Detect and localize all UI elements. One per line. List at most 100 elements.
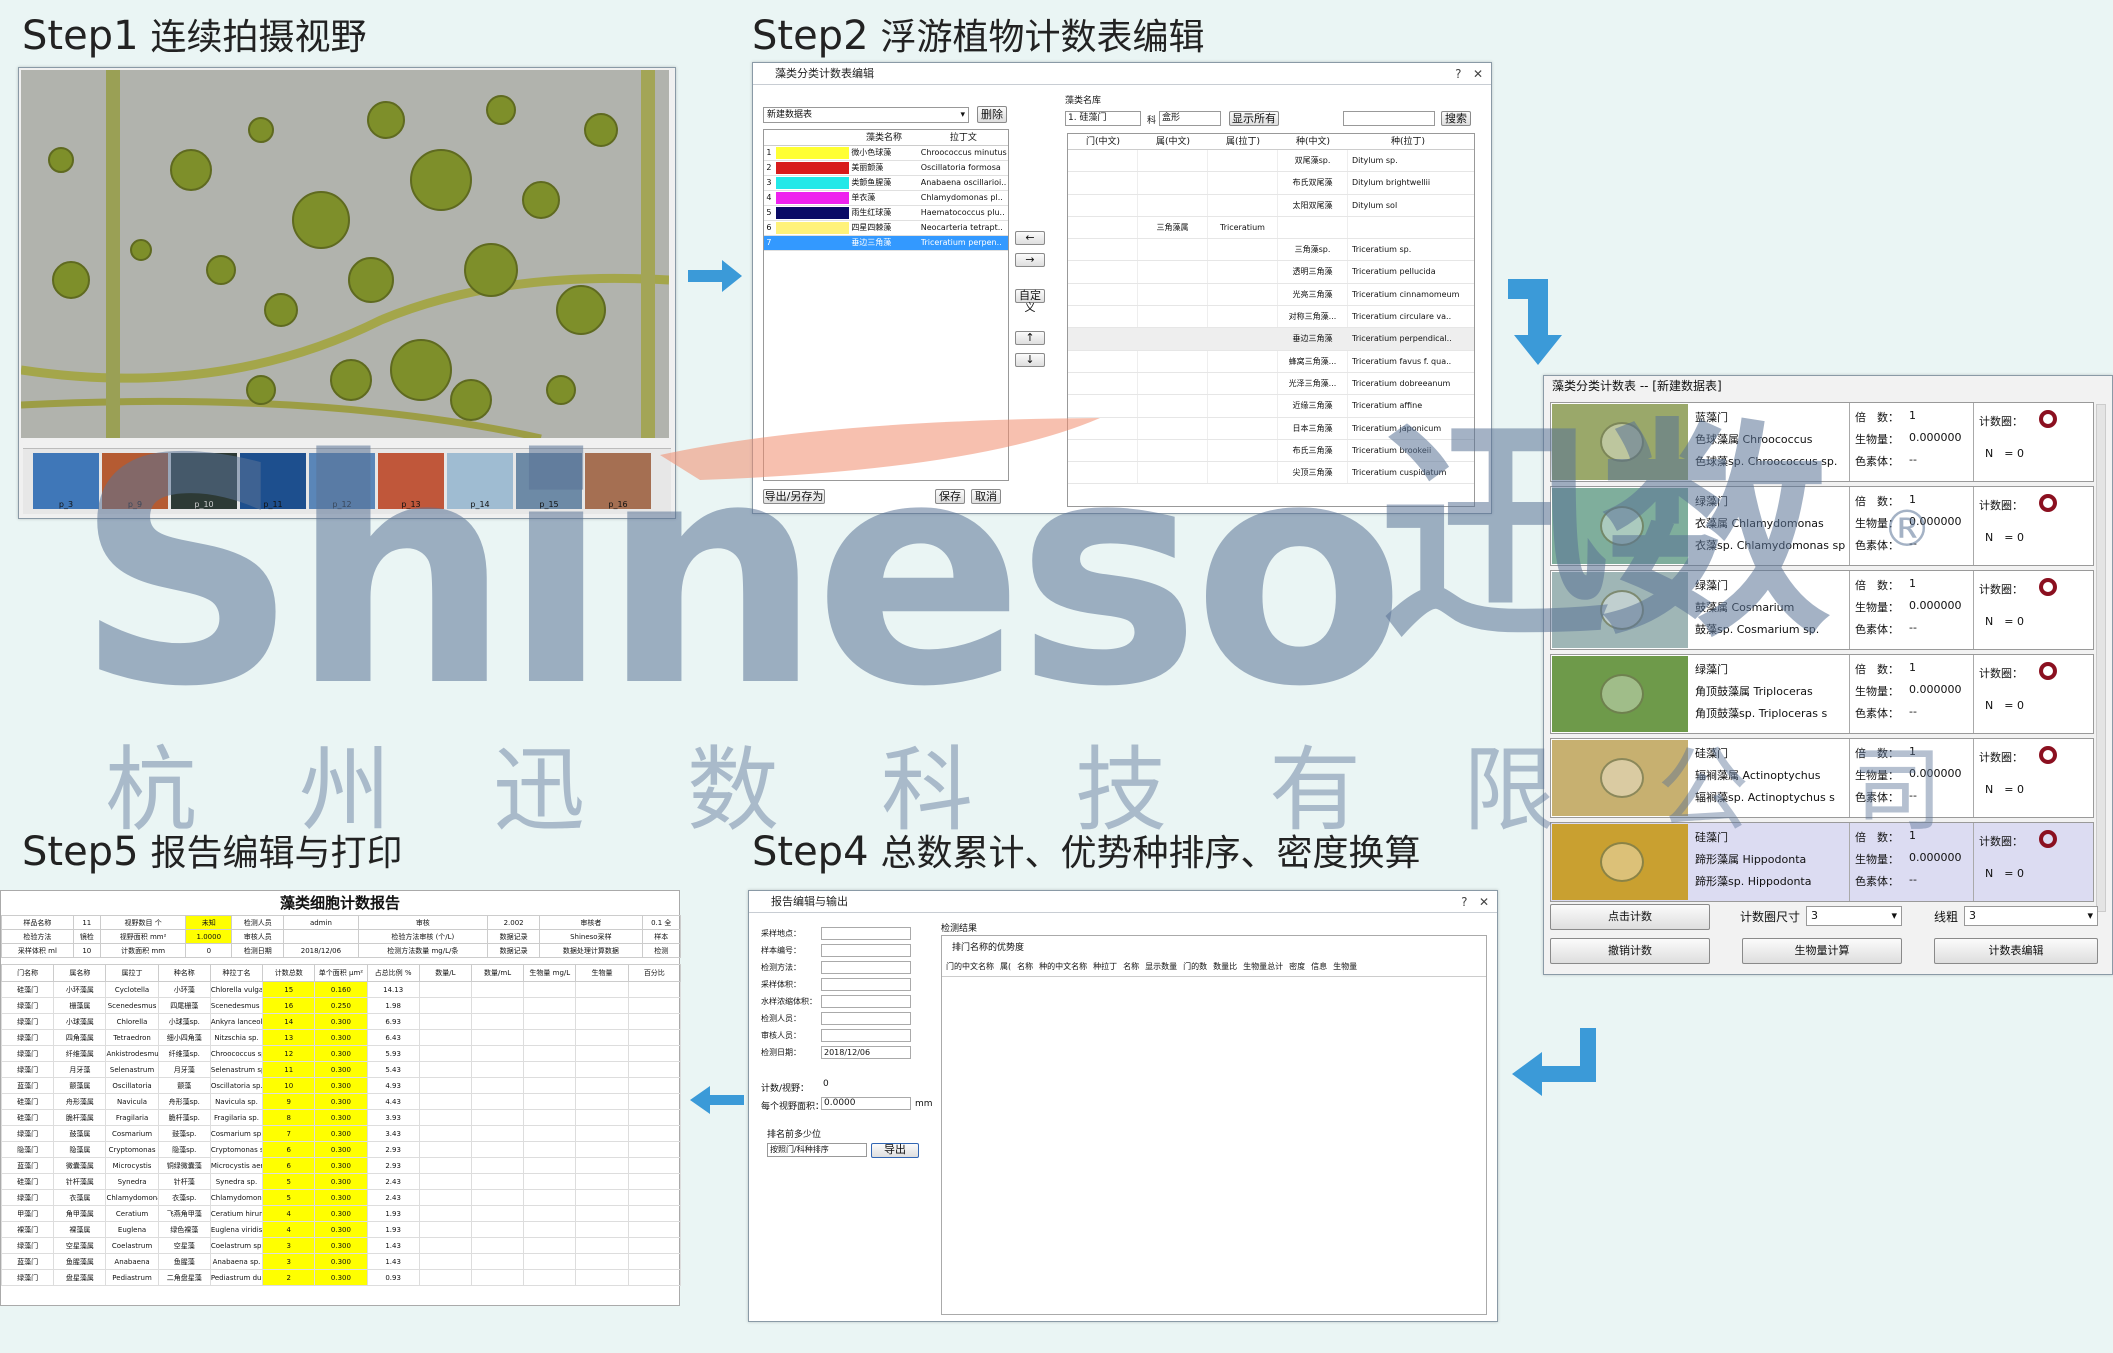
undo-count-button[interactable]: 撤销计数 — [1550, 938, 1710, 964]
count-circle-icon[interactable] — [2039, 578, 2057, 596]
library-row[interactable]: 三角藻sp. Triceratium sp. — [1068, 239, 1474, 262]
table-cell — [418, 1061, 472, 1078]
species-row[interactable]: 5 雨生红球藻 Haematococcus plu.. — [764, 206, 1008, 221]
species-row[interactable]: 1 微小色球藻 Chroococcus minutus — [764, 146, 1008, 161]
scrollbar[interactable] — [2096, 404, 2106, 912]
thumbnail[interactable]: p_14 — [447, 453, 513, 509]
step1-text: 连续拍摄视野 — [150, 17, 367, 58]
report-field-input[interactable] — [821, 944, 911, 957]
count-item-card[interactable]: 绿藻门 衣藻属 Chlamydomonas 衣藻sp. Chlamydomonas … — [1550, 486, 2094, 566]
export-saveas-button[interactable]: 导出/另存为 — [763, 489, 825, 504]
close-icon[interactable]: ? ✕ — [1455, 63, 1483, 85]
thumbnail[interactable]: p_3 — [33, 453, 99, 509]
library-row[interactable]: 尖顶三角藻 Triceratium cuspidatum — [1068, 462, 1474, 485]
library-row[interactable]: 布氏三角藻 Triceratium brookeii — [1068, 439, 1474, 463]
table-cell — [627, 981, 682, 998]
report-field-input[interactable] — [821, 961, 911, 974]
table-cell — [575, 1205, 629, 1222]
library-row[interactable]: 日本三角藻 Triceratium japonicum — [1068, 417, 1474, 440]
table-row: 绿藻门 月牙藻 Selenastrum 月牙藻 Selenastrum sp. 11 0.3… — [0, 1061, 682, 1078]
library-row[interactable]: 光泽三角藻... Triceratium dobreeanum — [1068, 372, 1474, 396]
count-circle-icon[interactable] — [2039, 830, 2057, 848]
search-input[interactable] — [1343, 111, 1435, 126]
count-table-edit-button[interactable]: 计数表编辑 — [1934, 938, 2098, 964]
biomass-calc-button[interactable]: 生物量计算 — [1742, 938, 1902, 964]
chromatophore-label: 色素体： — [1855, 791, 1899, 804]
line-width-dropdown[interactable]: 3 ▾ — [1964, 906, 2098, 926]
thumbnail[interactable]: p_15 — [516, 453, 582, 509]
family-filter-dropdown[interactable]: 盒形 — [1159, 111, 1221, 126]
count-item-card[interactable]: 蓝藻门 色球藻属 Chroococcus 色球藻sp. Chroococcus sp… — [1550, 402, 2094, 482]
input-value: 0 — [823, 1079, 829, 1089]
count-circle-icon[interactable] — [2039, 746, 2057, 764]
custom-button[interactable]: 自定义 — [1015, 289, 1045, 314]
microscope-view[interactable] — [21, 70, 669, 438]
report-field-input[interactable] — [821, 995, 911, 1008]
info-cell: 检验方法审核 (个/L) — [357, 929, 489, 944]
count-circle-label: 计数圈： — [1979, 751, 2023, 764]
report-field-input[interactable] — [821, 978, 911, 991]
thumbnail-strip[interactable]: p_3 p_9 p_10 p_11 p_12 p_13 p_14 p_15 p_… — [23, 448, 671, 514]
library-row[interactable]: 太阳双尾藻 Ditylum sol — [1068, 194, 1474, 217]
count-item-card[interactable]: 绿藻门 角顶鼓藻属 Triploceras 角顶鼓藻sp. Triploceras … — [1550, 654, 2094, 734]
table-cell — [627, 1269, 682, 1286]
count-per-field-input[interactable]: 0 — [821, 1079, 911, 1092]
table-select-dropdown[interactable]: 新建数据表 ▾ — [763, 107, 969, 123]
move-up-button[interactable]: ↑ — [1015, 331, 1045, 345]
library-row[interactable]: 三角藻属 Triceratium — [1068, 216, 1474, 240]
save-button[interactable]: 保存 — [935, 489, 965, 504]
species-name: 类颤鱼腥藻 — [851, 178, 892, 187]
report-field-input[interactable] — [821, 1029, 911, 1042]
phylum-filter-dropdown[interactable]: 1. 硅藻门 — [1065, 111, 1141, 126]
result-table: 排门名称的优势度 门的中文名称 属(名称 种的中文名称 种拉丁 名称 显示数量 门的数 数量比… — [941, 935, 1487, 1315]
species-row[interactable]: 4 单衣藻 Chlamydomonas pl.. — [764, 191, 1008, 206]
count-circle-icon[interactable] — [2039, 662, 2057, 680]
count-item-card[interactable]: 绿藻门 鼓藻属 Cosmarium 鼓藻sp. Cosmarium sp. 倍 数： 1… — [1550, 570, 2094, 650]
count-circle-icon[interactable] — [2039, 410, 2057, 428]
thumbnail[interactable]: p_16 — [585, 453, 651, 509]
move-right-button[interactable]: → — [1015, 253, 1045, 267]
report-field-input[interactable]: 2018/12/06 — [821, 1046, 911, 1059]
species-row[interactable]: 6 四星四棘藻 Neocarteria tetrapt.. — [764, 221, 1008, 236]
cell-species-cn — [1278, 216, 1348, 239]
cancel-button[interactable]: 取消 — [971, 489, 1001, 504]
circle-size-dropdown[interactable]: 3 ▾ — [1806, 906, 1902, 926]
click-count-button[interactable]: 点击计数 — [1550, 904, 1710, 930]
delete-button[interactable]: 删除 — [977, 106, 1007, 123]
cell-genus-cn — [1138, 417, 1208, 439]
field-area-input[interactable]: 0.0000 — [821, 1097, 911, 1110]
count-circle-icon[interactable] — [2039, 494, 2057, 512]
move-down-button[interactable]: ↓ — [1015, 353, 1045, 367]
table-cell — [523, 1013, 577, 1030]
thumbnail[interactable]: p_10 — [171, 453, 237, 509]
species-row[interactable]: 3 类颤鱼腥藻 Anabaena oscillarioi.. — [764, 176, 1008, 191]
sort-dropdown[interactable]: 按照门/科种排序 — [767, 1143, 867, 1157]
table-cell — [627, 1109, 682, 1126]
report-field-input[interactable] — [821, 927, 911, 940]
close-icon[interactable]: ? ✕ — [1461, 891, 1489, 913]
library-row[interactable]: 垂边三角藻 Triceratium perpendical.. — [1068, 328, 1474, 351]
show-all-button[interactable]: 显示所有 — [1229, 111, 1279, 126]
table-cell — [627, 997, 682, 1014]
species-row[interactable]: 2 美丽颤藻 Oscillatoria formosa — [764, 161, 1008, 176]
algae-thumbnail — [1552, 740, 1688, 816]
thumbnail[interactable]: p_9 — [102, 453, 168, 509]
move-left-button[interactable]: ← — [1015, 231, 1045, 245]
report-field-input[interactable] — [821, 1012, 911, 1025]
library-row[interactable]: 蜂窝三角藻... Triceratium favus f. qua.. — [1068, 350, 1474, 373]
count-item-card[interactable]: 硅藻门 蹄形藻属 Hippodonta 蹄形藻sp. Hippodonta 倍 数： 1… — [1550, 822, 2094, 902]
library-row[interactable]: 双尾藻sp. Ditylum sp. — [1068, 150, 1474, 173]
export-button[interactable]: 导出 — [871, 1143, 919, 1158]
thumbnail[interactable]: p_11 — [240, 453, 306, 509]
genus-label: 鼓藻属 Cosmarium — [1695, 601, 1795, 614]
library-row[interactable]: 对称三角藻... Triceratium circulare va.. — [1068, 306, 1474, 329]
species-row[interactable]: 7 垂边三角藻 Triceratium perpen.. — [764, 236, 1008, 251]
count-item-card[interactable]: 硅藻门 辐裥藻属 Actinoptychus 辐裥藻sp. Actinoptychu… — [1550, 738, 2094, 818]
library-row[interactable]: 光亮三角藻 Triceratium cinnamomeum — [1068, 283, 1474, 307]
thumbnail[interactable]: p_12 — [309, 453, 375, 509]
thumbnail[interactable]: p_13 — [378, 453, 444, 509]
library-row[interactable]: 透明三角藻 Triceratium pellucida — [1068, 261, 1474, 284]
library-row[interactable]: 近缘三角藻 Triceratium affine — [1068, 395, 1474, 418]
library-row[interactable]: 布氏双尾藻 Ditylum brightwellii — [1068, 172, 1474, 195]
search-button[interactable]: 搜索 — [1441, 111, 1471, 126]
